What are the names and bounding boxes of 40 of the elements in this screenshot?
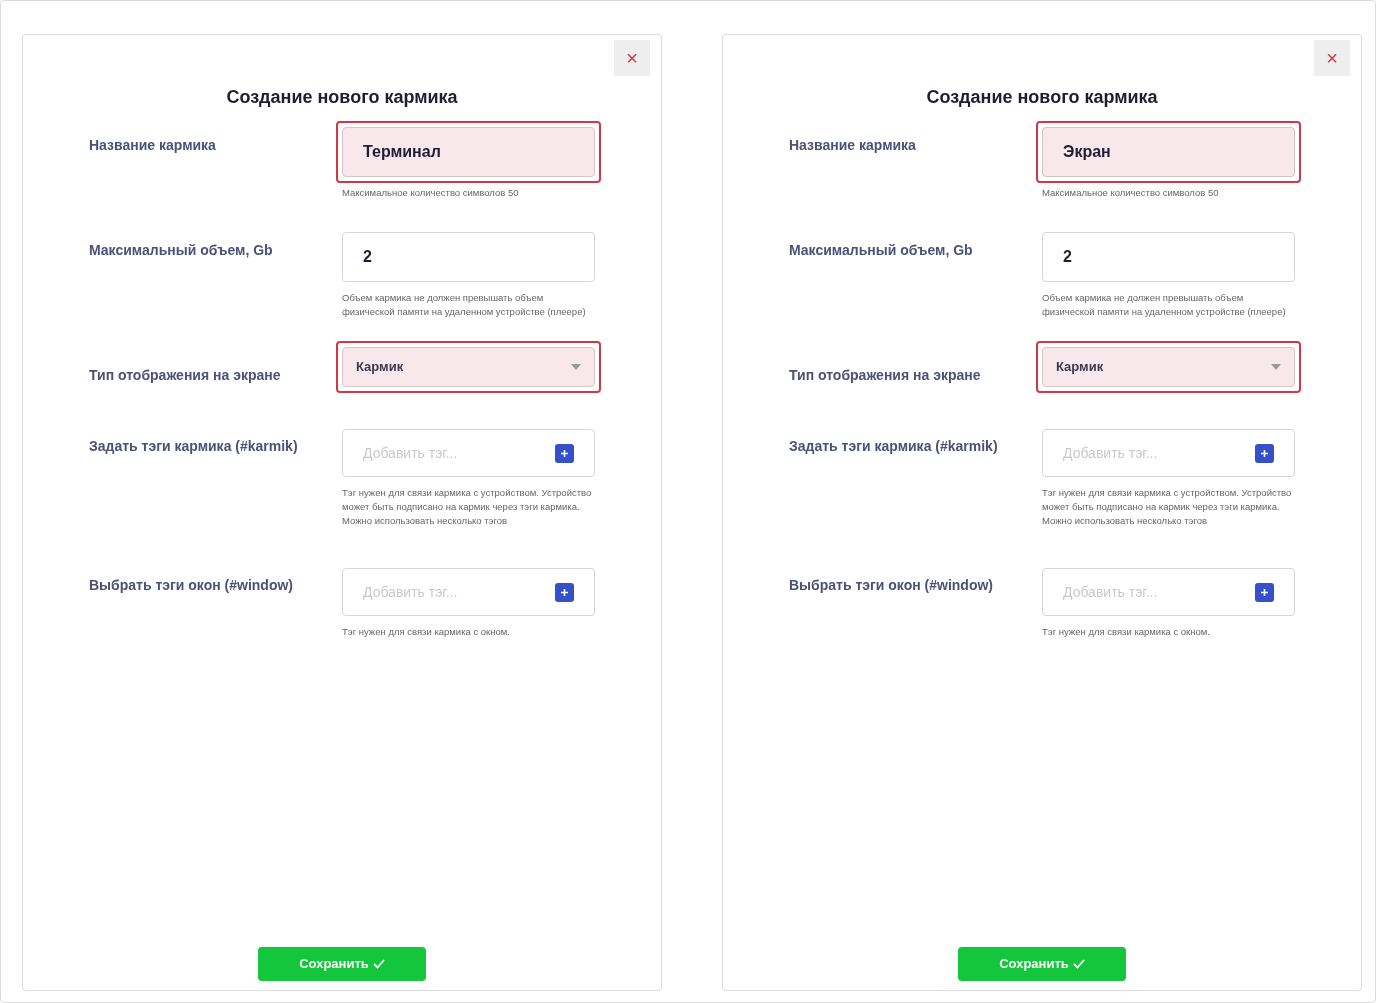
field-hint: Тэг нужен для связи кармика с окном. [341,625,511,639]
field-hint: Максимальное количество символов 50 [341,186,520,200]
plus-icon [560,587,569,597]
field-hint: Тэг нужен для связи кармика с устройством. Устройство может быть подписано на кармик через тэги кармика. Можно использовать несколько тэгов [1041,486,1293,528]
text-field[interactable]: 2 [1042,232,1295,282]
add-tag-button[interactable] [1255,582,1274,602]
field-hint: Объем кармика не должен превышать объем физической памяти на удаленном устройстве (плеере) [341,291,587,319]
select-field[interactable]: Кармик [1042,347,1295,387]
field-label: Тип отображения на экране [789,365,981,385]
field-label: Выбрать тэги окон (#window) [789,576,994,595]
field-label: Задать тэги кармика (#karmik) [89,437,298,456]
add-tag-button[interactable] [1255,443,1274,463]
plus-icon [560,448,569,458]
field-label: Выбрать тэги окон (#window) [89,576,294,595]
add-tag-button[interactable] [555,582,574,602]
field-label: Название кармика [789,136,916,155]
add-tag-button[interactable] [555,443,574,463]
field-label: Максимальный объем, Gb [89,241,273,260]
text-field[interactable]: Экран [1042,127,1295,177]
field-label: Максимальный объем, Gb [789,241,973,260]
dialog-title: Создание нового кармика [925,86,1159,109]
dialog-title: Создание нового кармика [225,86,459,109]
field-label: Название кармика [89,136,216,155]
field-hint: Максимальное количество символов 50 [1041,186,1220,200]
select-field[interactable]: Кармик [342,347,595,387]
plus-icon [1260,587,1269,597]
caret-icon [1271,364,1281,370]
field-label: Задать тэги кармика (#karmik) [789,437,998,456]
text-field[interactable]: 2 [342,232,595,282]
field-hint: Тэг нужен для связи кармика с устройством. Устройство может быть подписано на кармик через тэги кармика. Можно использовать несколько тэгов [341,486,593,528]
text-field[interactable]: Терминал [342,127,595,177]
check-icon [1072,959,1085,969]
field-hint: Тэг нужен для связи кармика с окном. [1041,625,1211,639]
check-icon [372,959,385,969]
plus-icon [1260,448,1269,458]
caret-icon [571,364,581,370]
field-hint: Объем кармика не должен превышать объем физической памяти на удаленном устройстве (плеере) [1041,291,1287,319]
field-label: Тип отображения на экране [89,365,281,385]
close-button[interactable]: × [1314,40,1350,76]
close-button[interactable]: × [614,40,650,76]
